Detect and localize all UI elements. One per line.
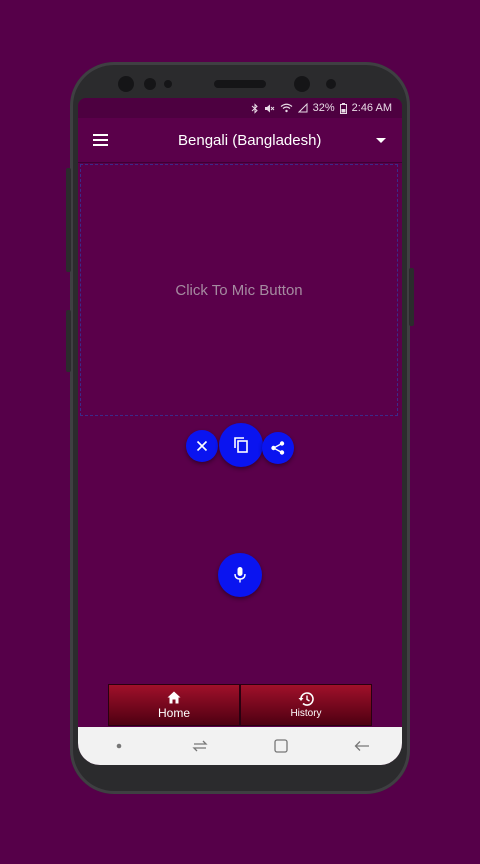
nav-home[interactable]: Home [108,684,240,726]
bottom-navigation: Home History [108,684,372,726]
speech-text-area[interactable]: Click To Mic Button [80,164,398,416]
battery-icon [339,102,347,114]
back-arrow-icon [354,741,369,751]
mute-icon [264,104,274,112]
front-sensor [118,76,134,92]
recents-button[interactable] [185,731,215,761]
close-icon [196,440,208,452]
earpiece-speaker [214,80,266,88]
bixby-button [66,168,71,272]
app-screen: 32% 2:46 AM Bengali (Bangladesh) Click T… [78,98,402,765]
square-home-icon [273,739,288,753]
wifi-icon [280,103,292,113]
app-bar: Bengali (Bangladesh) [78,118,402,163]
clear-button[interactable] [186,430,218,462]
hamburger-menu-icon[interactable] [78,118,122,162]
mic-icon [234,567,246,583]
signal-icon [297,103,308,113]
home-icon [167,691,181,703]
placeholder-text: Click To Mic Button [175,281,303,299]
dot-icon [116,743,121,749]
share-button[interactable] [262,432,294,464]
history-icon [298,691,314,706]
home-system-button[interactable] [266,731,296,761]
caret-down-icon [376,137,386,143]
nav-history[interactable]: History [240,684,372,726]
front-camera [294,76,310,92]
front-sensor [326,79,336,89]
language-label: Bengali (Bangladesh) [178,131,322,149]
mic-button[interactable] [218,553,262,597]
battery-percent: 32% [312,102,335,114]
front-sensor [164,80,172,88]
nav-history-label: History [290,707,322,719]
power-button [409,268,414,326]
recents-icon [191,740,208,752]
menu-dot-button[interactable] [104,731,134,761]
back-button[interactable] [347,731,377,761]
status-time: 2:46 AM [351,102,392,114]
bluetooth-icon [251,102,258,114]
language-dropdown[interactable]: Bengali (Bangladesh) [178,118,390,162]
copy-icon [234,437,248,453]
status-bar: 32% 2:46 AM [78,98,402,118]
system-navigation-bar [78,727,402,765]
copy-button[interactable] [219,423,263,467]
share-icon [271,441,285,455]
nav-home-label: Home [157,705,190,720]
volume-button [66,310,71,372]
front-sensor [144,78,156,90]
